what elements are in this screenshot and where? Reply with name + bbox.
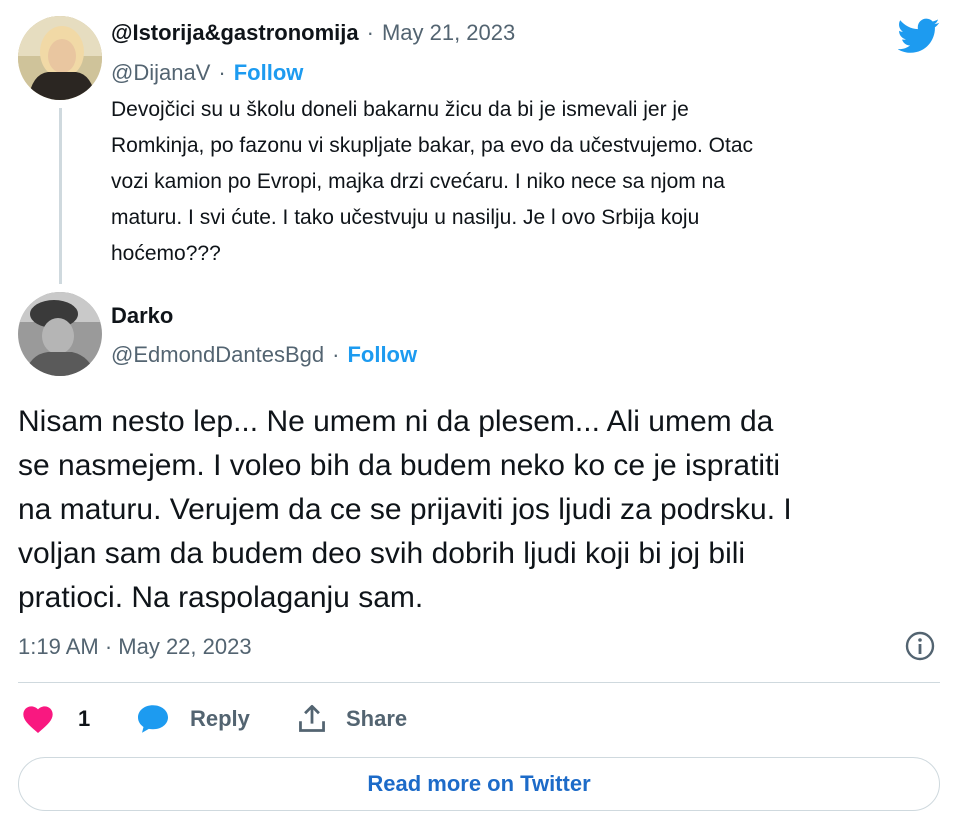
reply-handle[interactable]: @DijanaV bbox=[111, 60, 210, 86]
thread-line bbox=[59, 108, 62, 284]
main-text-line: pratioci. Na raspolaganju sam. bbox=[18, 581, 424, 614]
main-follow-button[interactable]: Follow bbox=[347, 342, 417, 368]
info-button[interactable] bbox=[904, 630, 936, 662]
reply-date[interactable]: May 21, 2023 bbox=[382, 20, 515, 46]
reply-text-line: Romkinja, po fazonu vi skupljate bakar, … bbox=[111, 134, 754, 157]
reply-handle-row: @DijanaV · Follow bbox=[111, 60, 304, 86]
avatar-darko-image bbox=[18, 292, 102, 376]
reply-text-line: Devojčici su u školu doneli bakarnu žicu… bbox=[111, 98, 689, 121]
main-display-name[interactable]: Darko bbox=[111, 303, 173, 329]
avatar-darko[interactable] bbox=[18, 292, 102, 376]
read-more-button[interactable]: Read more on Twitter bbox=[18, 757, 940, 811]
read-more-label: Read more on Twitter bbox=[367, 771, 591, 796]
reply-bubble-icon bbox=[138, 705, 168, 733]
reply-button[interactable]: Reply bbox=[136, 704, 250, 734]
like-count: 1 bbox=[78, 706, 91, 731]
avatar-dijana[interactable] bbox=[18, 16, 102, 100]
reply-header: @Istorija&gastronomija · May 21, 2023 bbox=[111, 20, 516, 46]
main-text-line: na maturu. Verujem da ce se prijaviti jo… bbox=[18, 493, 792, 526]
main-text-line: voljan sam da budem deo svih dobrih ljud… bbox=[18, 537, 746, 570]
reply-text-line: hoćemo??? bbox=[111, 242, 221, 265]
main-timestamp[interactable]: 1:19 AM · May 22, 2023 bbox=[18, 634, 252, 660]
share-icon bbox=[299, 704, 325, 732]
like-button[interactable]: 1 bbox=[22, 704, 90, 734]
main-text: Nisam nesto lep... Ne umem ni da plesem.… bbox=[18, 400, 940, 620]
main-text-line: Nisam nesto lep... Ne umem ni da plesem.… bbox=[18, 405, 774, 438]
twitter-bird-icon bbox=[897, 18, 940, 53]
reply-display-name[interactable]: @Istorija&gastronomija bbox=[111, 20, 359, 46]
main-text-line: se nasmejem. I voleo bih da budem neko k… bbox=[18, 449, 781, 482]
avatar-dijana-image bbox=[18, 16, 102, 100]
main-handle[interactable]: @EdmondDantesBgd bbox=[111, 342, 324, 368]
info-icon bbox=[905, 631, 935, 661]
share-label: Share bbox=[346, 706, 408, 731]
reply-text-line: maturu. I svi ćute. I tako učestvuju u n… bbox=[111, 206, 700, 229]
reply-label: Reply bbox=[190, 706, 250, 731]
main-handle-row: @EdmondDantesBgd · Follow bbox=[111, 342, 418, 368]
reply-follow-button[interactable]: Follow bbox=[234, 60, 304, 86]
divider bbox=[18, 682, 940, 683]
share-button[interactable]: Share bbox=[298, 704, 407, 734]
reply-text: Devojčici su u školu doneli bakarnu žicu… bbox=[111, 92, 931, 272]
heart-icon bbox=[23, 706, 53, 733]
twitter-logo[interactable] bbox=[897, 18, 940, 54]
reply-text-line: vozi kamion po Evropi, majka drzi cvećar… bbox=[111, 170, 725, 193]
